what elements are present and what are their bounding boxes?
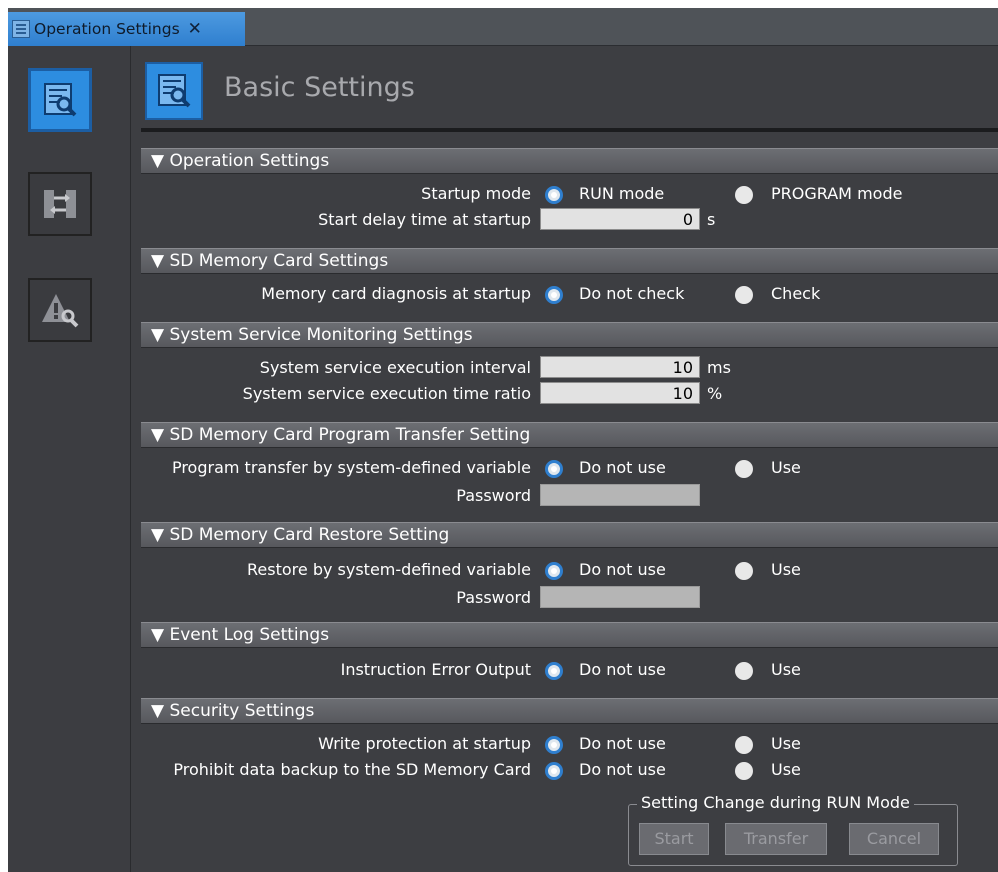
radio-write-do-not-use[interactable] [545, 736, 563, 754]
radio-program-mode[interactable] [735, 186, 753, 204]
basic-settings-button[interactable] [28, 68, 92, 132]
maintenance-icon [42, 294, 79, 328]
radio-restore-use[interactable] [735, 562, 753, 580]
option-check: Check [771, 284, 821, 303]
radio-transfer-do-not-use[interactable] [545, 460, 563, 478]
page-title: Basic Settings [224, 72, 415, 103]
tab-bar: Operation Settings ✕ [8, 8, 998, 46]
radio-backup-use[interactable] [735, 762, 753, 780]
section-sd-memory-card[interactable]: ▼ SD Memory Card Settings [141, 248, 998, 274]
run-mode-group: Setting Change during RUN Mode Start Tra… [628, 793, 958, 866]
app-window: Operation Settings ✕ Basic Settings ▼ Op… [0, 0, 998, 872]
basic-settings-icon [44, 83, 77, 117]
option-error-use: Use [771, 660, 801, 679]
start-delay-field[interactable]: 0 [540, 208, 700, 230]
section-system-service-monitoring[interactable]: ▼ System Service Monitoring Settings [141, 322, 998, 348]
option-restore-use: Use [771, 560, 801, 579]
start-delay-unit: s [707, 210, 716, 229]
maintenance-button[interactable] [28, 278, 92, 342]
option-backup-do-not-use: Do not use [579, 760, 666, 779]
startup-mode-label: Startup mode [421, 184, 531, 203]
radio-check[interactable] [735, 286, 753, 304]
header-divider [141, 128, 998, 132]
transfer-button[interactable]: Transfer [725, 823, 827, 855]
close-icon[interactable]: ✕ [188, 12, 202, 46]
tab-title: Operation Settings [34, 20, 180, 38]
sidebar [8, 46, 131, 872]
option-program-mode: PROGRAM mode [771, 184, 903, 203]
option-backup-use: Use [771, 760, 801, 779]
section-security[interactable]: ▼ Security Settings [141, 698, 998, 724]
interval-label: System service execution interval [259, 358, 531, 377]
option-write-use: Use [771, 734, 801, 753]
run-mode-legend: Setting Change during RUN Mode [637, 793, 914, 812]
transfer-label: Program transfer by system-defined varia… [171, 458, 531, 477]
radio-error-use[interactable] [735, 662, 753, 680]
radio-backup-do-not-use[interactable] [545, 762, 563, 780]
radio-error-do-not-use[interactable] [545, 662, 563, 680]
interval-field[interactable]: 10 [540, 356, 700, 378]
interval-unit: ms [707, 358, 731, 377]
option-error-do-not-use: Do not use [579, 660, 666, 679]
instruction-error-label: Instruction Error Output [340, 660, 531, 679]
restore-label: Restore by system-defined variable [247, 560, 531, 579]
write-protection-label: Write protection at startup [318, 734, 531, 753]
radio-restore-do-not-use[interactable] [545, 562, 563, 580]
transfer-settings-icon [44, 190, 76, 218]
radio-write-use[interactable] [735, 736, 753, 754]
option-restore-do-not-use: Do not use [579, 560, 666, 579]
radio-run-mode[interactable] [545, 186, 563, 204]
section-program-transfer[interactable]: ▼ SD Memory Card Program Transfer Settin… [141, 422, 998, 448]
radio-transfer-use[interactable] [735, 460, 753, 478]
option-transfer-use: Use [771, 458, 801, 477]
ratio-unit: % [707, 384, 723, 403]
transfer-settings-button[interactable] [28, 172, 92, 236]
section-event-log[interactable]: ▼ Event Log Settings [141, 622, 998, 648]
ratio-label: System service execution time ratio [242, 384, 531, 403]
option-write-do-not-use: Do not use [579, 734, 666, 753]
restore-password-label: Password [456, 588, 531, 607]
transfer-password-label: Password [456, 486, 531, 505]
option-do-not-check: Do not check [579, 284, 685, 303]
restore-password-field[interactable] [540, 586, 700, 608]
start-delay-label: Start delay time at startup [318, 210, 531, 229]
option-run-mode: RUN mode [579, 184, 665, 203]
section-restore-setting[interactable]: ▼ SD Memory Card Restore Setting [141, 522, 998, 548]
option-transfer-do-not-use: Do not use [579, 458, 666, 477]
section-operation-settings[interactable]: ▼ Operation Settings [141, 148, 998, 174]
start-button[interactable]: Start [639, 823, 709, 855]
main-panel: Basic Settings ▼ Operation Settings Star… [131, 46, 998, 872]
basic-settings-icon [158, 74, 191, 108]
tab-operation-settings[interactable]: Operation Settings ✕ [8, 12, 245, 46]
ratio-field[interactable]: 10 [540, 382, 700, 404]
prohibit-backup-label: Prohibit data backup to the SD Memory Ca… [173, 760, 531, 779]
radio-do-not-check[interactable] [545, 286, 563, 304]
transfer-password-field[interactable] [540, 484, 700, 506]
header-icon [145, 62, 203, 120]
cancel-button[interactable]: Cancel [849, 823, 939, 855]
diagnosis-label: Memory card diagnosis at startup [261, 284, 531, 303]
settings-doc-icon [12, 20, 30, 38]
